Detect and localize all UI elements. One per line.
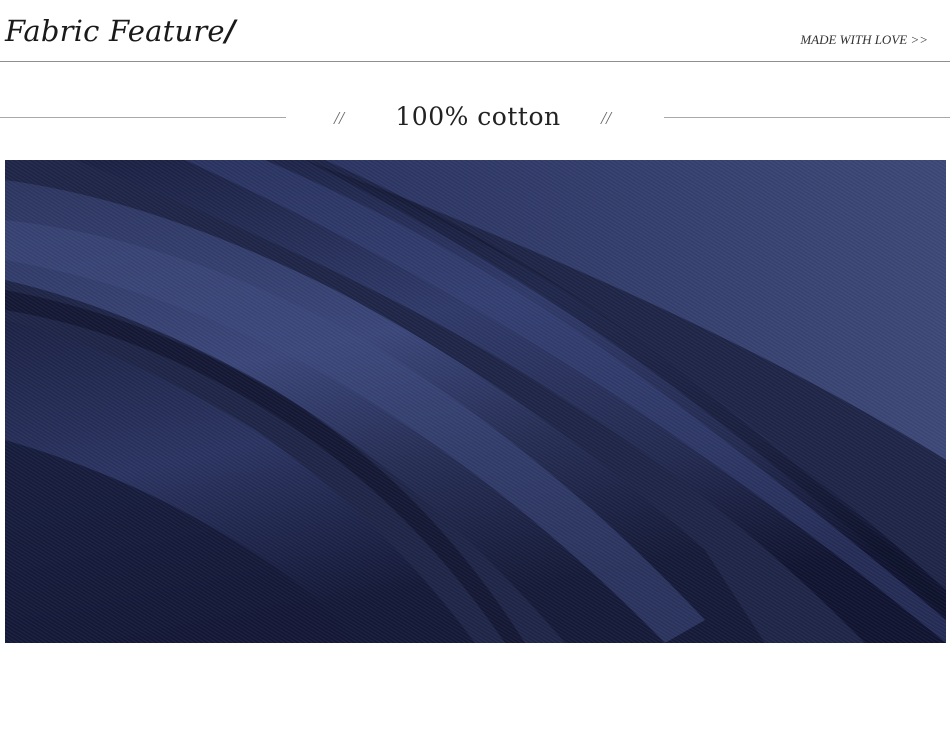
fabric-photo <box>5 160 946 643</box>
page-title-text: Fabric Feature <box>5 14 225 48</box>
header-divider <box>0 61 950 62</box>
section-divider-right <box>664 117 950 118</box>
title-slash-mark: / <box>224 14 236 48</box>
page: Fabric Feature/ MADE WITH LOVE >> // 100… <box>0 0 950 748</box>
header-tagline: MADE WITH LOVE >> <box>800 32 928 47</box>
page-title: Fabric Feature/ <box>5 14 236 48</box>
slash-mark-right: // <box>601 108 612 128</box>
section-subtitle: 100% cotton <box>395 102 561 131</box>
section-divider-left <box>0 117 286 118</box>
fabric-image <box>5 160 946 643</box>
